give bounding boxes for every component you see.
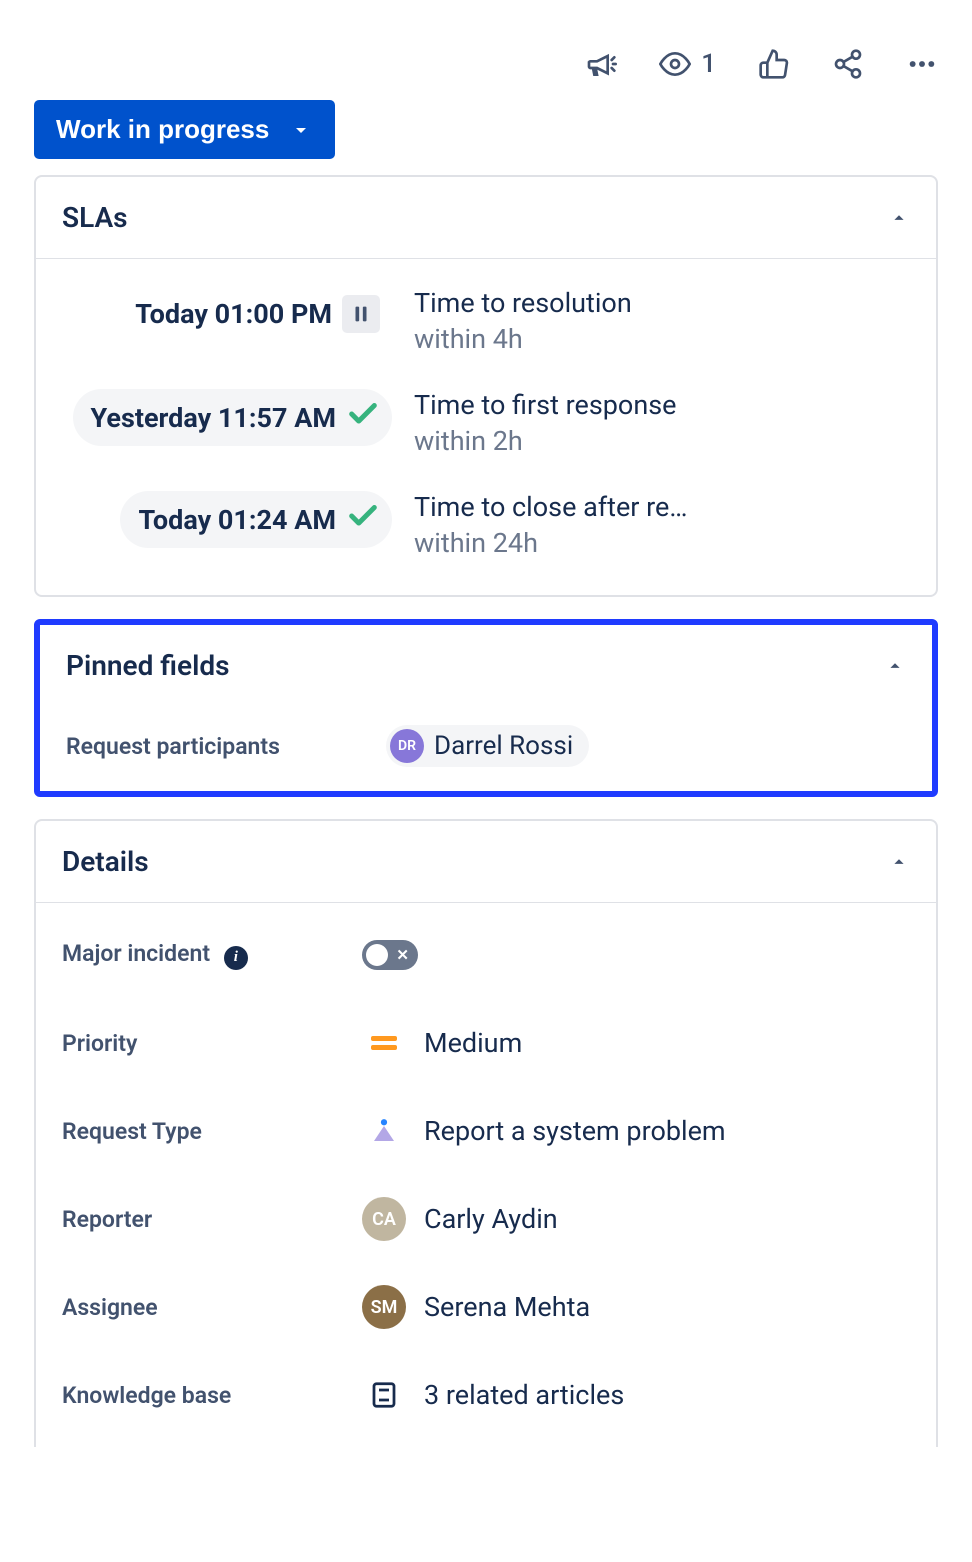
sla-time: Today 01:00 PM [135, 298, 332, 330]
reporter-name: Carly Aydin [424, 1203, 558, 1235]
book-icon [369, 1380, 399, 1410]
watch-button[interactable]: 1 [659, 48, 716, 80]
pinned-fields-title: Pinned fields [66, 649, 230, 682]
assignee-label: Assignee [62, 1294, 362, 1321]
megaphone-icon [585, 48, 617, 80]
pinned-fields-panel: Pinned fields Request participants DR Da… [34, 619, 938, 797]
avatar: SM [362, 1285, 406, 1329]
pause-icon [350, 303, 372, 325]
priority-value-cell[interactable]: Medium [362, 1027, 522, 1059]
priority-label: Priority [62, 1030, 362, 1057]
details-header[interactable]: Details [36, 821, 936, 903]
priority-value: Medium [424, 1027, 522, 1059]
details-body: Major incident i ✕ Priority [36, 903, 936, 1447]
chevron-up-icon [888, 851, 910, 873]
sla-name: Time to resolution [414, 287, 910, 319]
thumbs-up-icon [758, 48, 790, 80]
knowledge-base-value: 3 related articles [424, 1379, 624, 1411]
assignee-name: Serena Mehta [424, 1291, 590, 1323]
request-type-label: Request Type [62, 1118, 362, 1145]
detail-row-knowledge-base: Knowledge base 3 related articles [62, 1373, 910, 1417]
share-button[interactable] [832, 48, 864, 80]
vote-button[interactable] [758, 48, 790, 80]
assignee-value-cell[interactable]: SM Serena Mehta [362, 1285, 590, 1329]
sla-time-pill: Today 01:24 AM [120, 491, 392, 548]
eye-icon [659, 48, 691, 80]
request-participants-label: Request participants [66, 733, 366, 760]
sla-name: Time to first response [414, 389, 910, 421]
reporter-value-cell[interactable]: CA Carly Aydin [362, 1197, 558, 1241]
major-incident-toggle[interactable]: ✕ [362, 940, 418, 970]
slas-title: SLAs [62, 201, 128, 234]
sla-done-badge [346, 397, 380, 438]
detail-row-request-type: Request Type Report a system problem [62, 1109, 910, 1153]
more-horizontal-icon [906, 48, 938, 80]
slas-panel-header[interactable]: SLAs [36, 177, 936, 259]
chevron-up-icon [884, 655, 906, 677]
toggle-knob [366, 944, 388, 966]
sla-row: Yesterday 11:57 AM Time to first respons… [62, 389, 910, 457]
sla-row: Today 01:00 PM Time to resolution within… [62, 287, 910, 355]
priority-medium-icon [371, 1036, 397, 1050]
knowledge-base-label: Knowledge base [62, 1382, 362, 1409]
participant-chip[interactable]: DR Darrel Rossi [386, 725, 589, 767]
sla-row: Today 01:24 AM Time to close after re… w… [62, 491, 910, 559]
detail-row-reporter: Reporter CA Carly Aydin [62, 1197, 910, 1241]
participant-name: Darrel Rossi [434, 731, 573, 761]
sla-within: within 4h [414, 323, 910, 355]
request-type-icon [369, 1116, 399, 1146]
chevron-up-icon [888, 207, 910, 229]
info-icon[interactable]: i [224, 946, 248, 970]
details-title: Details [62, 845, 149, 878]
feedback-button[interactable] [585, 48, 617, 80]
details-panel: Details Major incident i ✕ Priori [34, 819, 938, 1447]
pinned-fields-body: Request participants DR Darrel Rossi [40, 707, 932, 791]
sla-time-pill: Yesterday 11:57 AM [73, 389, 392, 446]
sla-name: Time to close after re… [414, 491, 910, 523]
request-type-value: Report a system problem [424, 1115, 726, 1147]
watch-count: 1 [701, 49, 716, 79]
avatar: CA [362, 1197, 406, 1241]
sla-pause-badge [342, 295, 380, 333]
status-dropdown[interactable]: Work in progress [34, 100, 335, 159]
reporter-label: Reporter [62, 1206, 362, 1233]
detail-row-assignee: Assignee SM Serena Mehta [62, 1285, 910, 1329]
share-icon [832, 48, 864, 80]
sla-time: Yesterday 11:57 AM [91, 402, 336, 434]
more-actions-button[interactable] [906, 48, 938, 80]
check-icon [346, 499, 380, 533]
slas-body: Today 01:00 PM Time to resolution within… [36, 259, 936, 595]
sla-done-badge [346, 499, 380, 540]
request-type-value-cell[interactable]: Report a system problem [362, 1115, 726, 1147]
sla-within: within 2h [414, 425, 910, 457]
detail-row-major-incident: Major incident i ✕ [62, 933, 910, 977]
detail-row-priority: Priority Medium [62, 1021, 910, 1065]
sla-time: Today 01:24 AM [138, 504, 336, 536]
knowledge-base-value-cell[interactable]: 3 related articles [362, 1379, 624, 1411]
check-icon [346, 397, 380, 431]
slas-panel: SLAs Today 01:00 PM [34, 175, 938, 597]
sla-within: within 24h [414, 527, 910, 559]
issue-toolbar: 1 [0, 0, 972, 100]
avatar: DR [390, 729, 424, 763]
major-incident-label: Major incident i [62, 940, 362, 970]
status-label: Work in progress [56, 114, 269, 145]
sla-time-pill: Today 01:00 PM [117, 287, 392, 341]
pinned-fields-header[interactable]: Pinned fields [40, 625, 932, 707]
chevron-down-icon [289, 118, 313, 142]
toggle-off-indicator: ✕ [396, 946, 409, 964]
